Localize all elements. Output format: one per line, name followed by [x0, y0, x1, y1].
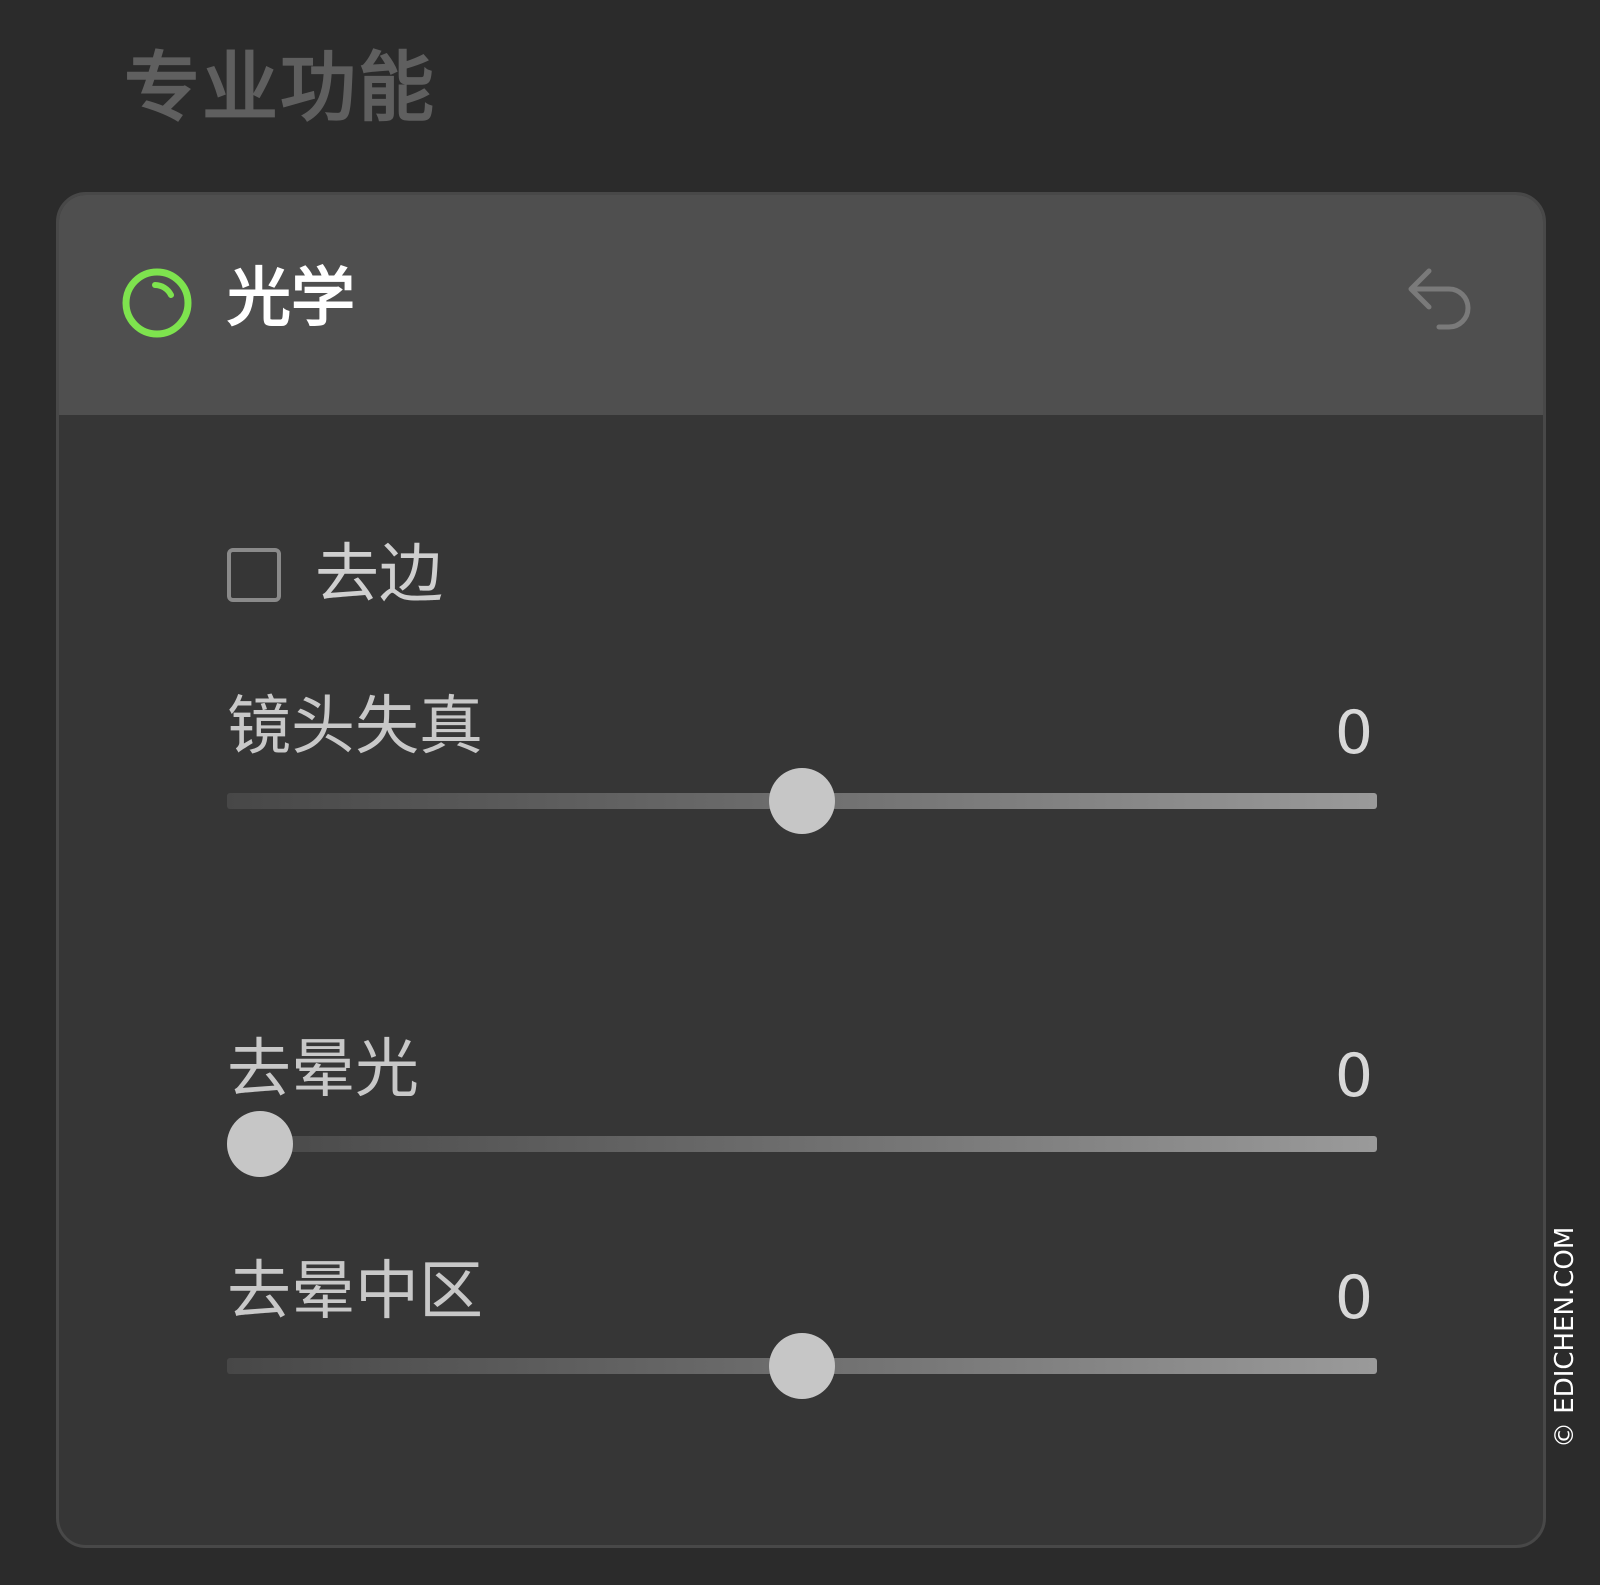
lens-distortion-label: 镜头失真 — [227, 690, 483, 764]
panel-header[interactable]: 光学 — [59, 195, 1543, 415]
devignette-slider-thumb[interactable] — [227, 1111, 293, 1177]
lens-distortion-slider-thumb[interactable] — [769, 768, 835, 834]
defringe-checkbox[interactable] — [227, 548, 281, 602]
defringe-option[interactable]: 去边 — [227, 535, 443, 615]
devignette-center-value: 0 — [1334, 1263, 1373, 1333]
devignette-center-slider[interactable] — [227, 1333, 1377, 1399]
devignette-center-slider-thumb[interactable] — [769, 1333, 835, 1399]
devignette-label: 去晕光 — [227, 1033, 419, 1107]
devignette-center-label: 去晕中区 — [227, 1255, 483, 1329]
power-ring-icon[interactable] — [119, 265, 195, 341]
devignette-value: 0 — [1334, 1041, 1373, 1111]
lens-distortion-value: 0 — [1334, 698, 1373, 768]
devignette-slider[interactable] — [227, 1111, 1377, 1177]
panel-title: 光学 — [227, 262, 355, 336]
optics-panel: 光学 去边 镜头失真 0 去晕光 0 去晕中区 0 — [56, 192, 1546, 1548]
section-title: 专业功能 — [124, 43, 436, 132]
watermark: © EDICHEN.COM — [1550, 1226, 1580, 1448]
undo-icon[interactable] — [1399, 261, 1479, 341]
lens-distortion-slider[interactable] — [227, 768, 1377, 834]
defringe-label: 去边 — [315, 538, 443, 612]
